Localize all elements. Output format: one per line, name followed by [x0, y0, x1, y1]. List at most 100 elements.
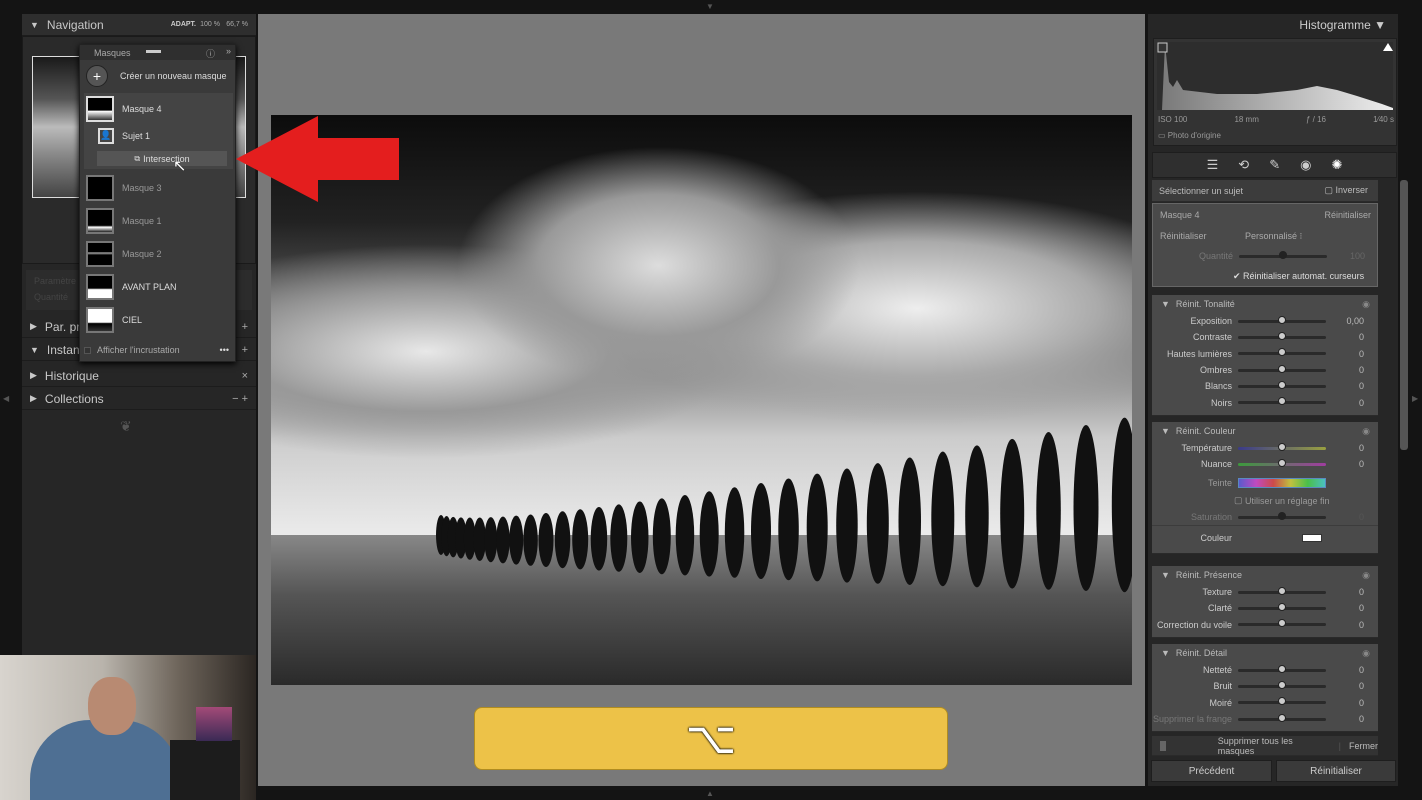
reset-mask-button[interactable]: Réinitialiser: [1324, 210, 1371, 220]
slider-track[interactable]: [1238, 397, 1326, 406]
right-panel-scrollbar[interactable]: [1400, 180, 1408, 450]
slider-track[interactable]: [1238, 697, 1326, 706]
visibility-eye-icon[interactable]: ◉: [1362, 570, 1370, 581]
mask-item-ciel[interactable]: CIEL: [84, 307, 233, 333]
collection-actions-button[interactable]: − +: [232, 393, 248, 405]
expand-icon[interactable]: »: [226, 46, 231, 56]
quantity-slider[interactable]: [1239, 250, 1327, 259]
slider-knob[interactable]: [1278, 602, 1286, 611]
tint-color-bar[interactable]: [1238, 477, 1326, 488]
previous-button[interactable]: Précédent: [1151, 760, 1272, 782]
edit-sliders-icon[interactable]: ☰: [1207, 157, 1219, 173]
healing-icon[interactable]: ✎: [1269, 157, 1280, 173]
slider-track[interactable]: [1238, 315, 1326, 324]
top-panel-toggle-icon[interactable]: ▼: [706, 2, 714, 11]
clear-history-button[interactable]: ×: [242, 370, 248, 382]
slider-track[interactable]: [1238, 664, 1326, 673]
slider-track[interactable]: [1238, 331, 1326, 340]
group-header[interactable]: ▼ Réinit. Tonalité: [1152, 295, 1378, 313]
visibility-eye-icon[interactable]: ◉: [1362, 648, 1370, 659]
slider-knob[interactable]: [1278, 619, 1286, 628]
group-header[interactable]: ▼ Réinit. Détail: [1152, 644, 1378, 662]
help-icon[interactable]: ⓘ: [206, 47, 215, 60]
invert-checkbox[interactable]: ▢ Inverser: [1324, 185, 1368, 196]
slider-knob[interactable]: [1278, 380, 1286, 389]
cypress-tree: [538, 513, 554, 567]
section-history[interactable]: ▶ Historique ×: [22, 365, 256, 387]
slider-track[interactable]: [1238, 442, 1326, 451]
photo-preview[interactable]: [271, 115, 1132, 685]
slider-knob[interactable]: [1278, 364, 1286, 373]
navigation-header[interactable]: ▼ Navigation ADAPT. 100 % 66,7 %: [22, 14, 256, 36]
left-panel-toggle-icon[interactable]: ◀: [3, 394, 9, 403]
slider-knob[interactable]: [1278, 586, 1286, 595]
fine-adjust-checkbox[interactable]: ▢ Utiliser un réglage fin: [1152, 493, 1378, 509]
zoom-fit[interactable]: ADAPT.: [171, 21, 196, 28]
slider-track[interactable]: [1238, 348, 1326, 357]
add-snapshot-button[interactable]: +: [242, 344, 248, 356]
toggle-switch-icon[interactable]: [1160, 740, 1166, 751]
histogram-header[interactable]: Histogramme ▼: [1299, 18, 1386, 32]
mask-item-masque-1[interactable]: Masque 1: [84, 208, 233, 234]
zoom-custom[interactable]: 66,7 %: [226, 21, 248, 28]
slider-knob[interactable]: [1278, 348, 1286, 357]
more-options-icon[interactable]: •••: [220, 345, 229, 355]
delete-all-masks-button[interactable]: Supprimer tous les masques: [1218, 736, 1327, 756]
slider-track[interactable]: [1238, 602, 1326, 611]
slider-track[interactable]: [1238, 713, 1326, 722]
slider-row: Blancs 0: [1152, 378, 1378, 394]
reset-button[interactable]: Réinitialiser: [1276, 760, 1396, 782]
saturation-slider[interactable]: [1238, 511, 1326, 520]
slider-knob[interactable]: [1278, 442, 1286, 451]
slider-value: 0: [1358, 512, 1364, 523]
zoom-100[interactable]: 100 %: [200, 21, 220, 28]
create-mask-button[interactable]: + Créer un nouveau masque: [84, 65, 233, 87]
mask-component-sujet-1[interactable]: 👤 Sujet 1: [84, 128, 233, 144]
slider-knob[interactable]: [1278, 713, 1286, 722]
select-subject-button[interactable]: Sélectionner un sujet: [1159, 186, 1243, 196]
slider-track[interactable]: [1238, 619, 1326, 628]
intersection-button[interactable]: ⧉ Intersection: [97, 151, 227, 166]
cypress-tree: [806, 473, 828, 582]
auto-reset-checkbox[interactable]: ✔ Réinitialiser automat. curseurs: [1233, 271, 1364, 282]
mask-item-masque-4[interactable]: Masque 4: [84, 96, 233, 122]
shadow-clipping-icon[interactable]: [1157, 42, 1168, 53]
mask-item-masque-3[interactable]: Masque 3: [84, 175, 233, 201]
color-swatch[interactable]: [1302, 533, 1322, 542]
slider-track[interactable]: [1238, 458, 1326, 467]
mask-item-avant-plan[interactable]: AVANT PLAN: [84, 274, 233, 300]
slider-knob[interactable]: [1278, 697, 1286, 706]
slider-knob[interactable]: [1278, 458, 1286, 467]
slider-track[interactable]: [1238, 380, 1326, 389]
slider-knob[interactable]: [1278, 315, 1286, 324]
slider-row: Ombres 0: [1152, 362, 1378, 378]
add-preset-button[interactable]: +: [242, 321, 248, 333]
slider-track[interactable]: [1238, 680, 1326, 689]
visibility-eye-icon[interactable]: ◉: [1362, 299, 1370, 310]
red-arrow-annotation: [236, 116, 399, 202]
bottom-panel-toggle-icon[interactable]: ▲: [706, 789, 714, 798]
slider-knob[interactable]: [1278, 680, 1286, 689]
show-overlay-checkbox[interactable]: Afficher l'incrustation •••: [84, 345, 233, 355]
preset-dropdown[interactable]: Personnalisé ⁝: [1245, 231, 1302, 242]
mask-item-masque-2[interactable]: Masque 2: [84, 241, 233, 267]
slider-knob[interactable]: [1278, 331, 1286, 340]
slider-knob[interactable]: [1278, 664, 1286, 673]
crop-icon[interactable]: ⟲: [1238, 157, 1249, 173]
red-eye-icon[interactable]: ◉: [1300, 157, 1311, 173]
slider-track[interactable]: [1238, 586, 1326, 595]
masks-panel-header[interactable]: Masques ⓘ »: [80, 45, 235, 60]
close-masks-button[interactable]: Fermer: [1349, 741, 1378, 751]
slider-knob[interactable]: [1278, 397, 1286, 406]
visibility-eye-icon[interactable]: ◉: [1362, 426, 1370, 437]
slider-track[interactable]: [1238, 364, 1326, 373]
group-header[interactable]: ▼ Réinit. Couleur: [1152, 422, 1378, 440]
masking-icon[interactable]: ✺: [1331, 157, 1342, 173]
slider-row: Température 0: [1152, 440, 1378, 456]
original-photo-checkbox[interactable]: ▭ Photo d'origine: [1158, 131, 1221, 140]
right-panel-toggle-icon[interactable]: ▶: [1412, 394, 1418, 403]
drag-handle-icon[interactable]: [146, 50, 161, 53]
mask-label: Masque 1: [122, 216, 162, 226]
section-collections[interactable]: ▶ Collections − +: [22, 388, 256, 410]
group-header[interactable]: ▼ Réinit. Présence: [1152, 566, 1378, 584]
